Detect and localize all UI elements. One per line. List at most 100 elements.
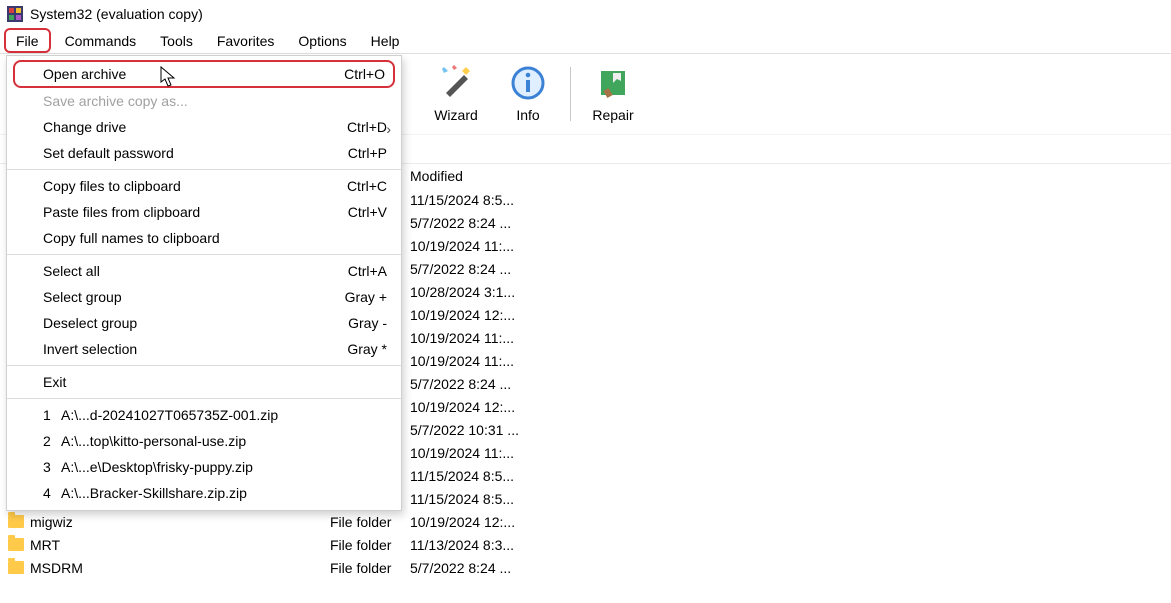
menu-file-label: File — [16, 33, 39, 49]
menu-recent-file[interactable]: 3A:\...e\Desktop\frisky-puppy.zip — [7, 454, 401, 480]
cell-name: MSDRM — [30, 560, 83, 576]
cell-modified: 10/19/2024 12:... — [410, 514, 570, 530]
menu-set-password-accel: Ctrl+P — [348, 145, 387, 161]
cell-modified: 11/15/2024 8:5... — [410, 192, 570, 208]
menu-save-copy-label: Save archive copy as... — [43, 93, 387, 109]
repair-label: Repair — [592, 107, 633, 123]
table-row[interactable]: MRT File folder11/13/2024 8:3... — [0, 533, 1171, 556]
app-icon — [6, 5, 24, 23]
menu-invert-selection-label: Invert selection — [43, 341, 347, 357]
menu-save-copy: Save archive copy as... — [7, 88, 401, 114]
menu-set-password[interactable]: Set default password Ctrl+P — [7, 140, 401, 166]
menu-recent-file-label: 1A:\...d-20241027T065735Z-001.zip — [43, 407, 387, 423]
wizard-label: Wizard — [434, 107, 478, 123]
title-bar: System32 (evaluation copy) — [0, 0, 1171, 28]
cell-modified: 10/19/2024 12:... — [410, 307, 570, 323]
cell-modified: 5/7/2022 10:31 ... — [410, 422, 570, 438]
menu-select-all[interactable]: Select all Ctrl+A — [7, 258, 401, 284]
menu-change-drive-label: Change drive — [43, 119, 347, 135]
menu-paste-files[interactable]: Paste files from clipboard Ctrl+V — [7, 199, 401, 225]
menu-exit-label: Exit — [43, 374, 387, 390]
folder-icon — [8, 561, 24, 574]
menu-separator — [7, 365, 401, 366]
menu-tools[interactable]: Tools — [148, 28, 205, 53]
menu-recent-file[interactable]: 4A:\...Bracker-Skillshare.zip.zip — [7, 480, 401, 506]
cell-type: File folder — [330, 537, 410, 553]
menu-separator — [7, 169, 401, 170]
cell-modified: 11/15/2024 8:5... — [410, 468, 570, 484]
cell-modified: 10/19/2024 11:... — [410, 238, 570, 254]
menu-change-drive-accel: Ctrl+D — [347, 119, 387, 135]
table-row[interactable]: MSDRMFile folder5/7/2022 8:24 ... — [0, 556, 1171, 579]
menu-deselect-group-accel: Gray - — [348, 315, 387, 331]
menu-set-password-label: Set default password — [43, 145, 348, 161]
menu-paste-files-accel: Ctrl+V — [348, 204, 387, 220]
menu-select-group[interactable]: Select group Gray + — [7, 284, 401, 310]
column-modified[interactable]: Modified — [410, 168, 570, 184]
chevron-right-icon: › — [386, 121, 391, 137]
menu-file[interactable]: File — [4, 28, 51, 53]
cell-modified: 11/15/2024 8:5... — [410, 491, 570, 507]
info-button[interactable]: Info — [492, 65, 564, 123]
menu-invert-selection[interactable]: Invert selection Gray * — [7, 336, 401, 362]
menu-recent-file-label: 4A:\...Bracker-Skillshare.zip.zip — [43, 485, 387, 501]
menu-exit[interactable]: Exit — [7, 369, 401, 395]
wizard-icon — [438, 65, 474, 101]
cell-modified: 5/7/2022 8:24 ... — [410, 376, 570, 392]
menu-separator — [7, 254, 401, 255]
folder-icon — [8, 515, 24, 528]
menu-help[interactable]: Help — [359, 28, 412, 53]
menu-copy-files-label: Copy files to clipboard — [43, 178, 347, 194]
menu-change-drive[interactable]: Change drive Ctrl+D › — [7, 114, 401, 140]
menu-recent-file-label: 3A:\...e\Desktop\frisky-puppy.zip — [43, 459, 387, 475]
menu-favorites-label: Favorites — [217, 33, 275, 49]
menu-select-all-accel: Ctrl+A — [348, 263, 387, 279]
menu-paste-files-label: Paste files from clipboard — [43, 204, 348, 220]
repair-button[interactable]: Repair — [577, 65, 649, 123]
info-icon — [510, 65, 546, 101]
menu-open-archive-label: Open archive — [43, 66, 344, 82]
menu-invert-selection-accel: Gray * — [347, 341, 387, 357]
menu-select-group-label: Select group — [43, 289, 345, 305]
menu-deselect-group[interactable]: Deselect group Gray - — [7, 310, 401, 336]
menu-select-all-label: Select all — [43, 263, 348, 279]
folder-icon — [8, 538, 24, 551]
menu-recent-file[interactable]: 1A:\...d-20241027T065735Z-001.zip — [7, 402, 401, 428]
menu-bar: File Commands Tools Favorites Options He… — [0, 28, 1171, 54]
table-row[interactable]: migwiz File folder10/19/2024 12:... — [0, 510, 1171, 533]
menu-select-group-accel: Gray + — [345, 289, 387, 305]
cell-type: File folder — [330, 514, 410, 530]
repair-icon — [595, 65, 631, 101]
menu-open-archive-accel: Ctrl+O — [344, 66, 385, 82]
menu-copy-files-accel: Ctrl+C — [347, 178, 387, 194]
menu-separator — [7, 398, 401, 399]
info-label: Info — [516, 107, 539, 123]
cell-modified: 10/19/2024 11:... — [410, 330, 570, 346]
cell-modified: 5/7/2022 8:24 ... — [410, 560, 570, 576]
menu-copy-full-names[interactable]: Copy full names to clipboard — [7, 225, 401, 251]
menu-copy-files[interactable]: Copy files to clipboard Ctrl+C — [7, 173, 401, 199]
cell-modified: 10/19/2024 11:... — [410, 445, 570, 461]
menu-options[interactable]: Options — [286, 28, 358, 53]
wizard-button[interactable]: Wizard — [420, 65, 492, 123]
menu-commands-label: Commands — [65, 33, 137, 49]
menu-deselect-group-label: Deselect group — [43, 315, 348, 331]
menu-recent-file-label: 2A:\...top\kitto-personal-use.zip — [43, 433, 387, 449]
cell-name: MRT — [30, 537, 60, 553]
menu-recent-file[interactable]: 2A:\...top\kitto-personal-use.zip — [7, 428, 401, 454]
cell-name: migwiz — [30, 514, 73, 530]
menu-favorites[interactable]: Favorites — [205, 28, 287, 53]
file-menu-dropdown: Open archive Ctrl+O Save archive copy as… — [6, 55, 402, 511]
cell-modified: 10/28/2024 3:1... — [410, 284, 570, 300]
window-title: System32 (evaluation copy) — [30, 6, 203, 22]
cell-modified: 5/7/2022 8:24 ... — [410, 261, 570, 277]
menu-copy-full-names-label: Copy full names to clipboard — [43, 230, 387, 246]
cell-modified: 5/7/2022 8:24 ... — [410, 215, 570, 231]
cell-modified: 11/13/2024 8:3... — [410, 537, 570, 553]
menu-open-archive[interactable]: Open archive Ctrl+O — [13, 60, 395, 88]
menu-commands[interactable]: Commands — [53, 28, 149, 53]
menu-options-label: Options — [298, 33, 346, 49]
cell-modified: 10/19/2024 12:... — [410, 399, 570, 415]
toolbar-separator — [570, 67, 571, 121]
cell-modified: 10/19/2024 11:... — [410, 353, 570, 369]
